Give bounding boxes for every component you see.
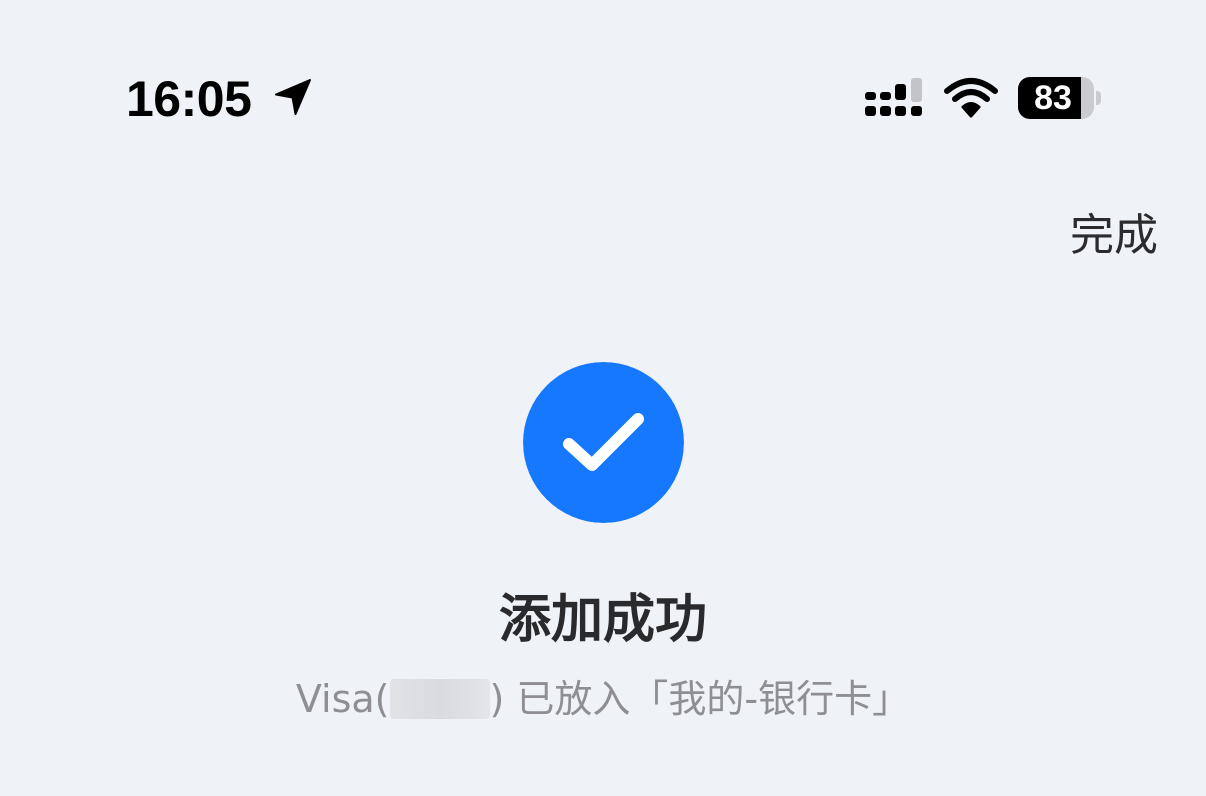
success-title: 添加成功 [498,590,707,650]
battery-cap [1096,91,1101,105]
status-time: 16:05 [126,71,252,127]
added-to-wallet-text: 已放入「我的-银行卡」 [504,677,911,721]
location-arrow-icon [275,79,311,115]
wifi-icon [944,78,998,118]
checkmark-circle-icon [523,362,684,523]
battery-body: 83 [1018,77,1094,119]
cellular-signal-icon [865,78,922,116]
card-brand: Visa [295,677,375,721]
success-message: Visa() 已放入「我的-银行卡」 [0,674,1206,724]
battery-level: 83 [1034,79,1072,117]
close-paren: ) [489,677,505,721]
masked-card-number [389,679,490,719]
done-button[interactable]: 完成 [1070,208,1158,264]
open-paren: ( [374,677,390,721]
battery-icon: 83 [1018,77,1102,119]
status-bar: 16:05 83 [0,0,1206,170]
